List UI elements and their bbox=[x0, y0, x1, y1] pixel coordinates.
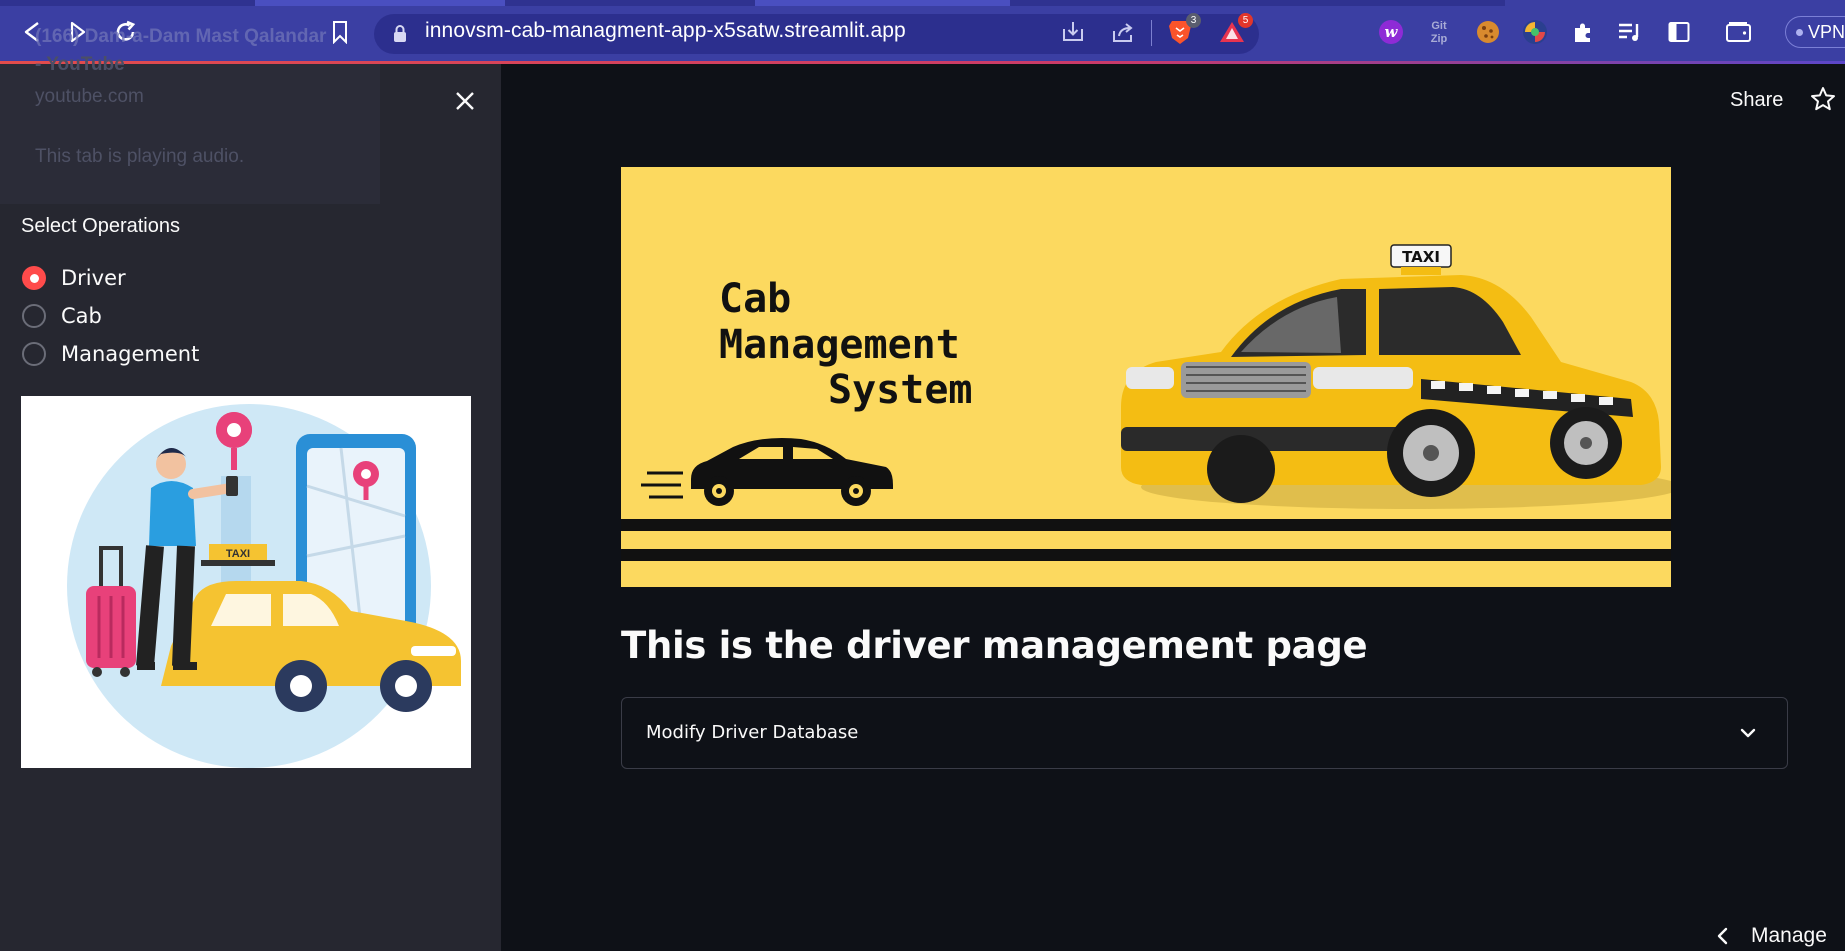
radio-option-cab[interactable]: Cab bbox=[22, 301, 102, 331]
puzzle-icon bbox=[1575, 23, 1590, 42]
tab-hover-tooltip: (166) Dam-a-Dam Mast Qalandar - YouTube … bbox=[0, 26, 380, 204]
brave-shields-button[interactable]: 3 bbox=[1165, 13, 1201, 47]
wallet-icon bbox=[1726, 22, 1751, 42]
chevron-left-icon bbox=[1717, 927, 1728, 945]
wallet-button[interactable] bbox=[1724, 17, 1754, 47]
brave-badge: 3 bbox=[1186, 13, 1201, 28]
taxi-app-illustration: TAXI bbox=[21, 396, 471, 768]
media-queue-button[interactable] bbox=[1615, 17, 1645, 47]
page-title: This is the driver management page bbox=[621, 624, 1368, 667]
svg-text:Zip: Zip bbox=[1431, 33, 1448, 45]
sidebar-toggle-button[interactable] bbox=[1664, 17, 1694, 47]
toolbar-divider bbox=[1151, 20, 1152, 46]
cookie-extension-button[interactable] bbox=[1473, 17, 1503, 47]
vpn-button[interactable]: VPN bbox=[1785, 16, 1845, 48]
radio-option-management[interactable]: Management bbox=[22, 339, 199, 369]
gitzip-icon: GitZip bbox=[1431, 20, 1448, 45]
colorful-extension-button[interactable] bbox=[1520, 17, 1550, 47]
radio-unchecked-icon[interactable] bbox=[22, 342, 46, 366]
download-install-icon bbox=[1063, 22, 1083, 41]
install-app-button[interactable] bbox=[1058, 17, 1088, 47]
brave-rewards-button[interactable]: 5 bbox=[1217, 13, 1253, 47]
svg-text:w: w bbox=[1385, 23, 1399, 41]
favorite-star-button[interactable] bbox=[1810, 86, 1838, 114]
extension-w-button[interactable]: w bbox=[1376, 17, 1406, 47]
radio-checked-icon[interactable] bbox=[22, 266, 46, 290]
tooltip-subtitle: - YouTube bbox=[35, 54, 125, 75]
url-text[interactable]: innovsm-cab-managment-app-x5satw.streaml… bbox=[425, 19, 906, 43]
banner-title-line1: Cab bbox=[719, 276, 792, 322]
vpn-status-dot bbox=[1796, 28, 1803, 36]
banner-title-line3: System bbox=[828, 367, 973, 413]
manage-app-button[interactable]: Manage bbox=[1715, 922, 1827, 950]
radio-option-driver[interactable]: Driver bbox=[22, 263, 126, 293]
svg-text:Git: Git bbox=[1431, 20, 1447, 32]
svg-text:TAXI: TAXI bbox=[226, 548, 250, 560]
gitzip-extension-button[interactable]: Git Zip bbox=[1424, 17, 1454, 47]
vpn-label: VPN bbox=[1808, 21, 1845, 42]
tab-strip bbox=[0, 0, 1845, 6]
w-extension-icon: w bbox=[1379, 20, 1403, 44]
tooltip-title: (166) Dam-a-Dam Mast Qalandar bbox=[35, 26, 327, 47]
share-page-button[interactable] bbox=[1108, 17, 1138, 47]
radio-unchecked-icon[interactable] bbox=[22, 304, 46, 328]
radio-group-label: Select Operations bbox=[21, 215, 180, 237]
bookmark-button[interactable] bbox=[322, 14, 358, 50]
radio-option-label: Management bbox=[61, 342, 200, 366]
manage-label: Manage bbox=[1751, 924, 1827, 947]
close-icon bbox=[456, 92, 474, 110]
share-arrow-icon bbox=[1113, 23, 1133, 42]
lock-icon bbox=[394, 25, 406, 42]
expander-label: Modify Driver Database bbox=[646, 722, 859, 743]
tooltip-domain: youtube.com bbox=[35, 86, 144, 107]
cookie-icon bbox=[1477, 21, 1499, 43]
star-icon bbox=[1811, 87, 1835, 111]
bookmark-icon bbox=[333, 21, 347, 44]
playlist-icon bbox=[1619, 23, 1639, 41]
sidebar-panel-icon bbox=[1668, 22, 1690, 42]
radio-option-label: Driver bbox=[61, 266, 126, 290]
chevron-down-icon bbox=[1740, 728, 1756, 738]
globe-extension-icon bbox=[1523, 20, 1547, 44]
tooltip-audio-note: This tab is playing audio. bbox=[35, 146, 245, 167]
rewards-badge: 5 bbox=[1238, 13, 1253, 28]
share-button[interactable]: Share bbox=[1730, 89, 1783, 112]
svg-text:TAXI: TAXI bbox=[1402, 248, 1440, 266]
close-sidebar-button[interactable] bbox=[450, 86, 480, 116]
radio-option-label: Cab bbox=[61, 304, 102, 328]
cab-management-banner: TAXI Cab Management System bbox=[621, 167, 1671, 587]
banner-title-line2: Management bbox=[719, 322, 960, 368]
extensions-button[interactable] bbox=[1568, 17, 1598, 47]
modify-driver-expander[interactable]: Modify Driver Database bbox=[621, 697, 1788, 769]
